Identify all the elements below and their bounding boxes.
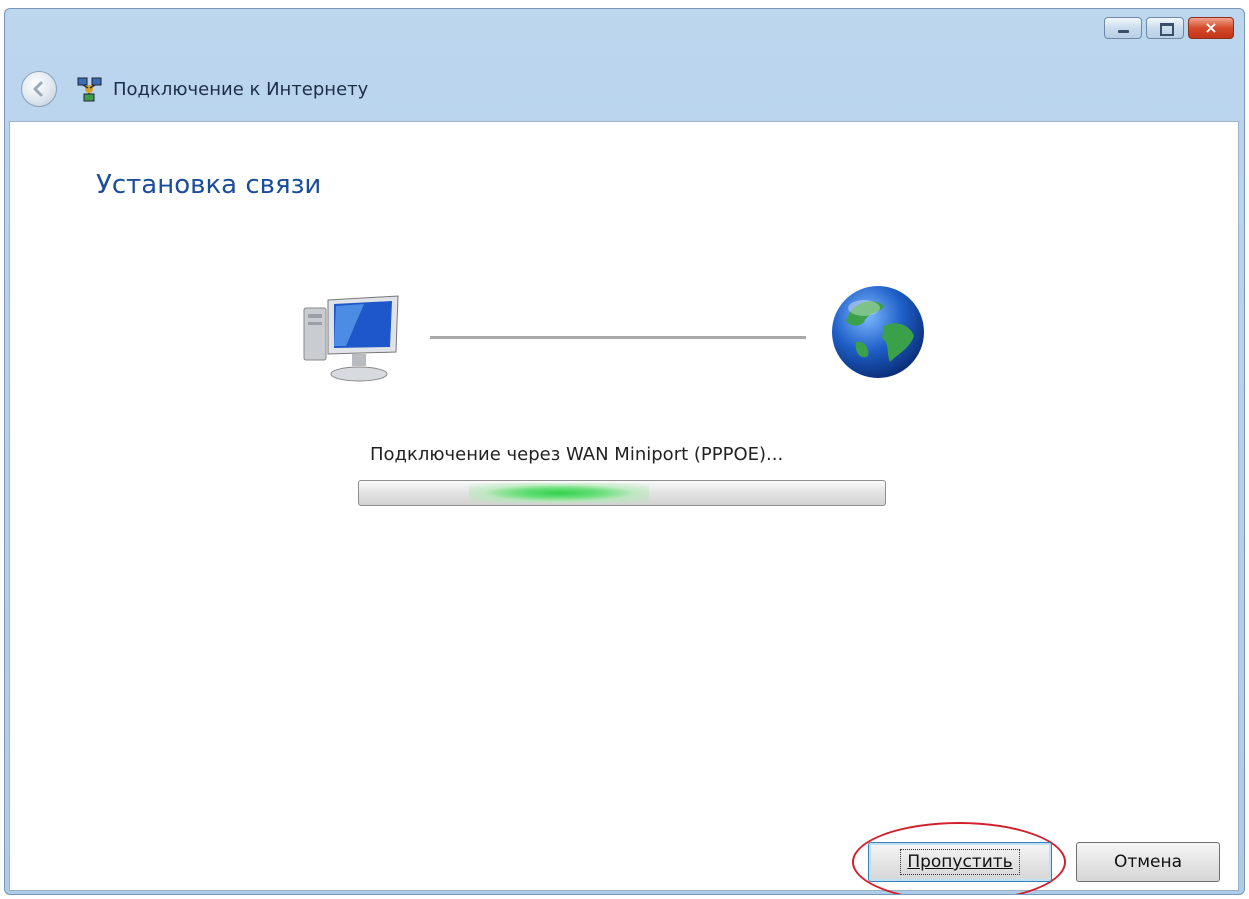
dialog-window: × Подключение к Интернету Установка связ… — [4, 8, 1245, 895]
progress-bar — [358, 480, 886, 506]
connection-line — [430, 336, 806, 339]
window-title: Подключение к Интернету — [113, 78, 369, 100]
network-icon — [77, 77, 102, 102]
computer-icon — [303, 295, 399, 382]
globe-icon — [832, 286, 924, 378]
back-arrow-icon — [33, 81, 43, 97]
page-heading: Установка связи — [96, 170, 322, 200]
maximize-button[interactable] — [1146, 17, 1184, 39]
back-button[interactable] — [21, 71, 57, 107]
connection-status-text: Подключение через WAN Miniport (PPPOE)..… — [370, 444, 784, 465]
cancel-button[interactable]: Отмена — [1076, 842, 1220, 882]
skip-button[interactable]: Пропустить — [868, 842, 1052, 882]
navigation-bar: Подключение к Интернету — [5, 61, 1244, 117]
window-controls: × — [1104, 17, 1234, 39]
title-bar[interactable]: × — [5, 9, 1244, 51]
content-area: Установка связи Подключение через WAN Mi… — [9, 121, 1239, 894]
close-button[interactable]: × — [1188, 17, 1234, 39]
progress-indicator — [469, 483, 649, 503]
minimize-button[interactable] — [1104, 17, 1142, 39]
skip-button-label: Пропустить — [900, 849, 1020, 875]
background-strip — [0, 0, 1249, 8]
